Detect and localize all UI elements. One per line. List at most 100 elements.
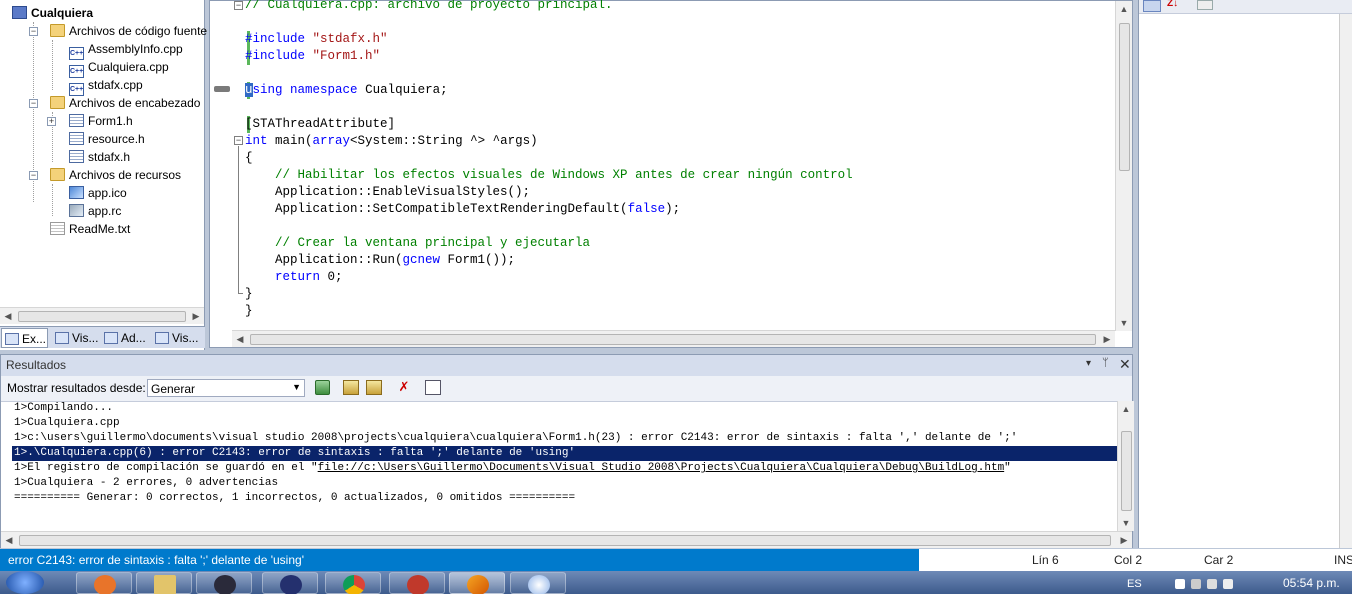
text-file-icon	[50, 222, 65, 235]
scroll-right-icon[interactable]: ▶	[188, 308, 204, 324]
volume-icon[interactable]	[1223, 579, 1233, 589]
project-node[interactable]: Cualquiera	[12, 4, 93, 22]
taskbar-visual-studio[interactable]	[449, 572, 505, 594]
alphabetical-icon[interactable]: Z↓	[1167, 0, 1178, 9]
file-stdafx-h[interactable]: stdafx.h	[69, 148, 130, 166]
resource-view-icon	[155, 332, 169, 344]
tab-resource-view[interactable]: Vis...	[152, 328, 198, 348]
file-resource-h[interactable]: resource.h	[69, 130, 145, 148]
clear-all-icon[interactable]: ✗	[396, 380, 412, 395]
outline-collapse-icon[interactable]: −	[234, 136, 243, 145]
language-indicator[interactable]: ES	[1127, 578, 1142, 590]
network-icon[interactable]	[1207, 579, 1217, 589]
media-player-icon	[94, 575, 116, 594]
folder-source-files[interactable]: Archivos de código fuente	[50, 22, 207, 40]
window-position-icon[interactable]: ▾	[1086, 358, 1091, 369]
chevron-down-icon: ▼	[292, 382, 301, 392]
scroll-down-icon[interactable]: ▼	[1118, 515, 1134, 531]
output-line[interactable]: 1>c:\users\guillermo\documents\visual st…	[14, 431, 1017, 446]
file-assemblyinfo-cpp[interactable]: C++ AssemblyInfo.cpp	[69, 40, 183, 60]
tab-solution-explorer[interactable]: Ex...	[1, 328, 48, 348]
tray-icon[interactable]	[1175, 579, 1185, 589]
taskbar-app-2[interactable]	[262, 572, 318, 594]
taskbar-app-3[interactable]	[389, 572, 445, 594]
clock[interactable]: 05:54 p.m.	[1283, 576, 1340, 590]
show-output-select[interactable]: Generar ▼	[147, 379, 305, 397]
scroll-right-icon[interactable]: ▶	[1099, 331, 1115, 347]
scroll-up-icon[interactable]: ▲	[1116, 1, 1132, 17]
file-readme-txt[interactable]: ReadMe.txt	[50, 220, 130, 238]
file-app-ico[interactable]: app.ico	[69, 184, 127, 202]
output-vscrollbar[interactable]: ▲ ▼	[1117, 401, 1134, 531]
folder-header-files[interactable]: Archivos de encabezado	[50, 94, 200, 112]
start-button[interactable]	[6, 571, 44, 594]
scroll-right-icon[interactable]: ▶	[1116, 532, 1132, 548]
output-hscrollbar[interactable]: ◀ ▶	[1, 531, 1132, 548]
scroll-thumb[interactable]	[250, 334, 1096, 345]
app-icon	[214, 575, 236, 594]
output-title: Resultados	[1, 355, 1132, 376]
taskbar-paint[interactable]	[510, 572, 566, 594]
taskbar-explorer[interactable]	[136, 572, 192, 594]
collapse-source-icon[interactable]: −	[29, 27, 38, 36]
solution-explorer-panel: Cualquiera − Archivos de código fuente C…	[0, 0, 207, 350]
code-line: Application::SetCompatibleTextRenderingD…	[245, 202, 681, 216]
expand-form1-icon[interactable]: +	[47, 117, 56, 126]
tab-class-view[interactable]: Vis...	[52, 328, 98, 348]
outline-collapse-icon[interactable]: −	[234, 1, 243, 10]
header-file-icon	[69, 150, 84, 163]
folder-resource-files[interactable]: Archivos de recursos	[50, 166, 181, 184]
scroll-thumb[interactable]	[19, 535, 1111, 546]
bookmark-marker-icon	[214, 86, 230, 92]
tray-icon[interactable]	[1191, 579, 1201, 589]
word-wrap-icon[interactable]	[425, 380, 441, 395]
close-icon[interactable]: ✕	[1119, 356, 1131, 373]
categorized-icon[interactable]	[1143, 0, 1161, 12]
taskbar-app-1[interactable]	[196, 572, 252, 594]
scroll-down-icon[interactable]: ▼	[1116, 315, 1132, 331]
property-pages-icon[interactable]	[1197, 0, 1213, 10]
output-line[interactable]: 1>Compilando...	[14, 401, 113, 416]
scroll-left-icon[interactable]: ◀	[232, 331, 248, 347]
output-line[interactable]: 1>El registro de compilación se guardó e…	[14, 461, 1011, 476]
previous-message-icon[interactable]	[343, 380, 359, 395]
collapse-resources-icon[interactable]: −	[29, 171, 38, 180]
scroll-left-icon[interactable]: ◀	[1, 532, 17, 548]
taskbar-media-player[interactable]	[76, 572, 132, 594]
taskbar-chrome[interactable]	[325, 572, 381, 594]
file-cualquiera-cpp[interactable]: C++ Cualquiera.cpp	[69, 58, 169, 78]
status-bar: error C2143: error de sintaxis : falta '…	[0, 549, 1352, 571]
next-message-icon[interactable]	[366, 380, 382, 395]
editor-vscrollbar[interactable]: ▲ ▼	[1115, 1, 1132, 331]
tab-property-manager[interactable]: Ad...	[101, 328, 146, 348]
header-file-icon	[69, 132, 84, 145]
folder-icon	[50, 96, 65, 109]
find-message-icon[interactable]	[315, 380, 330, 395]
scroll-thumb[interactable]	[1121, 431, 1132, 511]
solution-tabs: Ex... Vis... Ad... Vis...	[0, 326, 205, 348]
output-line[interactable]: 1>Cualquiera - 2 errores, 0 advertencias	[14, 476, 278, 491]
output-line[interactable]: 1>.\Cualquiera.cpp(6) : error C2143: err…	[14, 446, 575, 461]
scroll-thumb[interactable]	[18, 311, 186, 322]
scroll-thumb[interactable]	[1119, 23, 1130, 171]
chrome-icon	[343, 575, 365, 594]
file-stdafx-cpp[interactable]: C++ stdafx.cpp	[69, 76, 143, 96]
code-line: // Habilitar los efectos visuales de Win…	[245, 168, 853, 182]
solution-hscrollbar[interactable]: ◀ ▶	[0, 307, 204, 324]
status-message: error C2143: error de sintaxis : falta '…	[0, 549, 919, 571]
output-line[interactable]: 1>Cualquiera.cpp	[14, 416, 120, 431]
pin-icon[interactable]: ᛘ	[1102, 357, 1109, 369]
file-app-rc[interactable]: app.rc	[69, 202, 121, 220]
editor-hscrollbar[interactable]: ◀ ▶	[232, 330, 1115, 347]
buildlog-link[interactable]: file://c:\Users\Guillermo\Documents\Visu…	[318, 462, 1005, 474]
file-form1-h[interactable]: Form1.h	[69, 112, 133, 130]
visual-studio-icon	[467, 575, 489, 594]
status-insert-mode: INS	[1334, 553, 1352, 567]
class-view-icon	[55, 332, 69, 344]
output-line[interactable]: ========== Generar: 0 correctos, 1 incor…	[14, 491, 575, 506]
collapse-headers-icon[interactable]: −	[29, 99, 38, 108]
properties-toolbar: Z↓	[1139, 0, 1352, 14]
scroll-left-icon[interactable]: ◀	[0, 308, 16, 324]
code-editor[interactable]: − − // Cualquiera.cpp: archivo de proyec…	[209, 0, 1133, 348]
scroll-up-icon[interactable]: ▲	[1118, 401, 1134, 417]
